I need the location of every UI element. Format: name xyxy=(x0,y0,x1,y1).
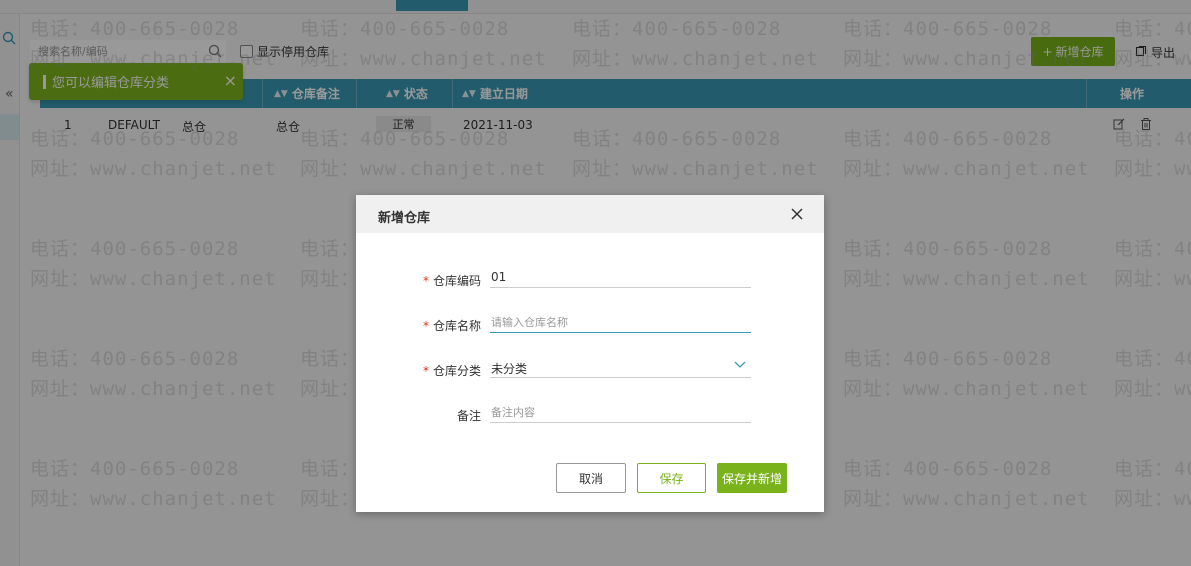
name-label-text: 仓库名称 xyxy=(432,319,481,333)
required-mark: * xyxy=(422,274,429,288)
category-select[interactable] xyxy=(490,356,751,378)
required-mark: * xyxy=(422,364,429,378)
name-field-label: * 仓库名称 xyxy=(406,317,481,334)
chevron-down-icon[interactable] xyxy=(734,358,746,368)
category-select-value: 未分类 xyxy=(491,362,528,376)
category-label-text: 仓库分类 xyxy=(432,364,481,378)
remark-input[interactable] xyxy=(490,401,751,423)
dialog-title: 新增仓库 xyxy=(378,211,431,226)
code-label-text: 仓库编码 xyxy=(432,274,481,288)
save-and-new-button[interactable]: 保存并新增 xyxy=(717,463,787,493)
required-mark: * xyxy=(422,319,429,333)
dialog-header: 新增仓库 xyxy=(356,195,824,233)
category-field-label: * 仓库分类 xyxy=(406,362,481,379)
close-icon[interactable] xyxy=(790,207,804,221)
name-input[interactable] xyxy=(490,311,751,333)
cancel-button[interactable]: 取消 xyxy=(556,463,626,493)
code-field-label: * 仓库编码 xyxy=(406,272,481,289)
code-input[interactable] xyxy=(490,266,751,288)
new-warehouse-dialog: 新增仓库 *仓库编码 *仓库名称 *仓库分类 未分类 备注 取消 保存 保存并新… xyxy=(356,195,824,512)
remark-field-label: 备注 xyxy=(406,407,481,424)
remark-label-text: 备注 xyxy=(456,409,481,423)
save-button[interactable]: 保存 xyxy=(637,463,706,493)
